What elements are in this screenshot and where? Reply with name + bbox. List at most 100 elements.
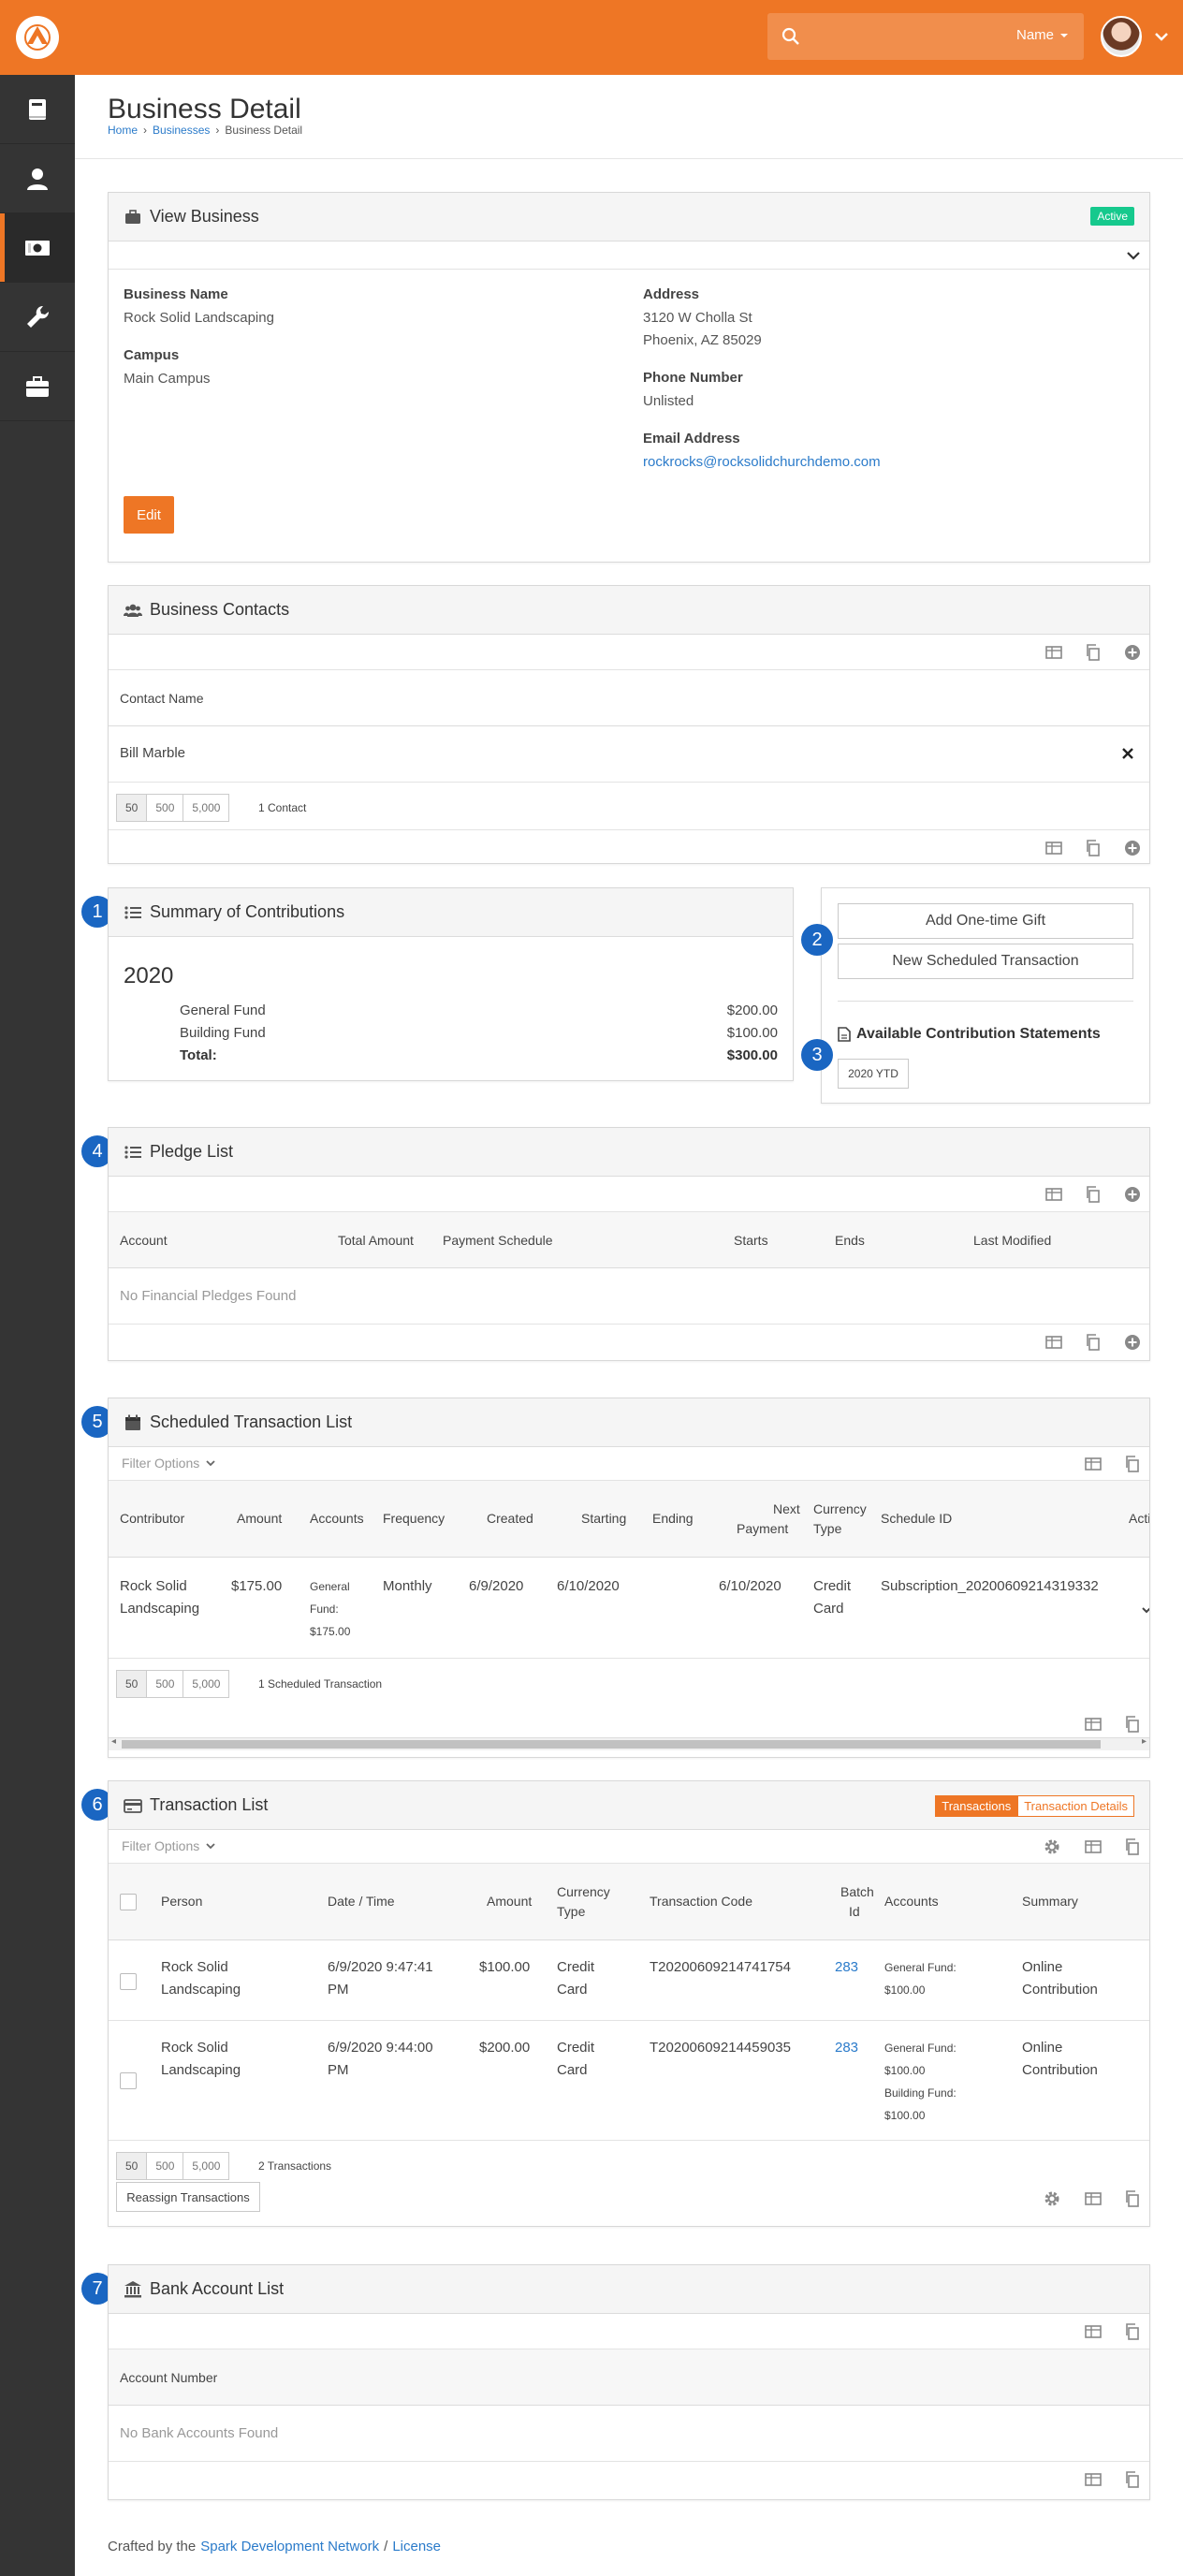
column-header[interactable]: Type xyxy=(557,1904,585,1919)
copy-icon[interactable] xyxy=(1123,1837,1142,1856)
column-header[interactable]: Type xyxy=(813,1521,841,1536)
license-link[interactable]: License xyxy=(392,2539,441,2554)
column-header[interactable]: Contact Name xyxy=(120,691,203,706)
add-icon[interactable] xyxy=(1123,1185,1142,1204)
column-header[interactable]: Created xyxy=(487,1511,533,1526)
row-checkbox[interactable] xyxy=(120,1973,137,1990)
table-row[interactable]: Rock Solid Landscaping $175.00 General F… xyxy=(109,1558,1149,1659)
column-header[interactable]: Transaction Code xyxy=(650,1894,752,1909)
gear-icon[interactable] xyxy=(1043,2189,1061,2208)
copy-icon[interactable] xyxy=(1084,643,1103,662)
copy-icon[interactable] xyxy=(1123,1715,1142,1734)
spark-network-link[interactable]: Spark Development Network xyxy=(200,2539,379,2554)
email-link[interactable]: rockrocks@rocksolidchurchdemo.com xyxy=(643,454,881,470)
column-header[interactable]: Account xyxy=(120,1233,168,1248)
rock-logo-icon[interactable] xyxy=(16,16,59,59)
page-size-500[interactable]: 500 xyxy=(146,1670,184,1698)
column-header[interactable]: Contributor xyxy=(120,1511,184,1526)
table-export-icon[interactable] xyxy=(1084,2322,1103,2341)
page-size-50[interactable]: 50 xyxy=(116,1670,148,1698)
column-header[interactable]: Accounts xyxy=(884,1894,939,1909)
column-header[interactable]: Accounts xyxy=(310,1511,364,1526)
page-size-500[interactable]: 500 xyxy=(146,794,184,822)
toggle-transaction-details[interactable]: Transaction Details xyxy=(1017,1795,1134,1817)
table-export-icon[interactable] xyxy=(1084,2189,1103,2208)
search-scope-dropdown[interactable]: Name xyxy=(1016,27,1069,43)
column-header[interactable]: Ends xyxy=(835,1233,865,1248)
chevron-down-icon[interactable] xyxy=(1125,247,1142,264)
horizontal-scrollbar[interactable]: ◂ ▸ xyxy=(109,1736,1149,1750)
column-header[interactable]: Ending xyxy=(652,1511,694,1526)
scrollbar-thumb[interactable] xyxy=(122,1740,1101,1749)
chevron-down-icon[interactable] xyxy=(1141,1604,1150,1616)
avatar[interactable] xyxy=(1101,16,1142,57)
column-header[interactable]: Person xyxy=(161,1894,202,1909)
filter-options-toggle[interactable]: Filter Options xyxy=(122,1456,216,1471)
table-export-icon[interactable] xyxy=(1044,1333,1063,1352)
search-input[interactable] xyxy=(809,22,1015,51)
batch-id-link[interactable]: 283 xyxy=(835,2040,858,2056)
column-header[interactable]: Total Amount xyxy=(338,1233,414,1248)
filter-options-toggle[interactable]: Filter Options xyxy=(122,1838,216,1853)
copy-icon[interactable] xyxy=(1123,2189,1142,2208)
sidebar-item-admin-tools[interactable] xyxy=(0,283,75,352)
column-header[interactable]: Frequency xyxy=(383,1511,445,1526)
edit-button[interactable]: Edit xyxy=(124,496,174,534)
scroll-right-icon[interactable]: ▸ xyxy=(1142,1736,1146,1747)
column-header[interactable]: Currency xyxy=(813,1501,867,1516)
add-icon[interactable] xyxy=(1123,1333,1142,1352)
statement-2020-ytd-button[interactable]: 2020 YTD xyxy=(838,1059,909,1089)
copy-icon[interactable] xyxy=(1123,1455,1142,1473)
column-header[interactable]: Amount xyxy=(237,1511,282,1526)
column-header[interactable]: Starting xyxy=(581,1511,626,1526)
page-size-5000[interactable]: 5,000 xyxy=(183,794,230,822)
sidebar-item-people[interactable] xyxy=(0,144,75,213)
copy-icon[interactable] xyxy=(1084,1185,1103,1204)
reassign-transactions-button[interactable]: Reassign Transactions xyxy=(116,2182,260,2212)
table-row[interactable]: Bill Marble xyxy=(109,726,1149,783)
column-header[interactable]: Payment xyxy=(737,1521,788,1536)
sidebar-item-business[interactable] xyxy=(0,352,75,421)
column-header[interactable]: Schedule ID xyxy=(881,1511,952,1526)
column-header[interactable]: Currency xyxy=(557,1884,610,1899)
page-size-5000[interactable]: 5,000 xyxy=(183,1670,230,1698)
sidebar-item-finance[interactable] xyxy=(0,213,75,283)
copy-icon[interactable] xyxy=(1084,1333,1103,1352)
breadcrumb-home[interactable]: Home xyxy=(108,124,138,137)
page-size-50[interactable]: 50 xyxy=(116,794,148,822)
column-header[interactable]: Account Number xyxy=(120,2370,217,2385)
new-scheduled-transaction-button[interactable]: New Scheduled Transaction xyxy=(838,944,1133,979)
column-header[interactable]: Summary xyxy=(1022,1894,1078,1909)
add-icon[interactable] xyxy=(1123,643,1142,662)
toggle-transactions[interactable]: Transactions xyxy=(935,1795,1018,1817)
add-one-time-gift-button[interactable]: Add One-time Gift xyxy=(838,903,1133,939)
copy-icon[interactable] xyxy=(1123,2470,1142,2489)
column-header[interactable]: Last Modified xyxy=(973,1233,1051,1248)
table-export-icon[interactable] xyxy=(1084,1455,1103,1473)
page-size-5000[interactable]: 5,000 xyxy=(183,2152,230,2180)
table-export-icon[interactable] xyxy=(1044,1185,1063,1204)
sidebar-item-books[interactable] xyxy=(0,75,75,144)
close-icon[interactable] xyxy=(1121,747,1134,760)
breadcrumb-businesses[interactable]: Businesses xyxy=(153,124,210,137)
column-header[interactable]: Acti xyxy=(1129,1511,1149,1526)
add-icon[interactable] xyxy=(1123,839,1142,857)
table-export-icon[interactable] xyxy=(1044,643,1063,662)
table-export-icon[interactable] xyxy=(1084,2470,1103,2489)
page-size-50[interactable]: 50 xyxy=(116,2152,148,2180)
column-header[interactable]: Next xyxy=(773,1501,800,1516)
gear-icon[interactable] xyxy=(1043,1837,1061,1856)
copy-icon[interactable] xyxy=(1084,839,1103,857)
batch-id-link[interactable]: 283 xyxy=(835,1959,858,1975)
table-row[interactable]: Rock Solid Landscaping 6/9/2020 9:47:41 … xyxy=(109,1940,1149,2021)
column-header[interactable]: Id xyxy=(849,1904,860,1919)
table-export-icon[interactable] xyxy=(1044,839,1063,857)
chevron-down-icon[interactable] xyxy=(1153,28,1170,45)
select-all-checkbox[interactable] xyxy=(120,1894,137,1910)
column-header[interactable]: Batch xyxy=(840,1884,874,1899)
table-row[interactable]: Rock Solid Landscaping 6/9/2020 9:44:00 … xyxy=(109,2021,1149,2141)
page-size-500[interactable]: 500 xyxy=(146,2152,184,2180)
table-export-icon[interactable] xyxy=(1084,1837,1103,1856)
table-export-icon[interactable] xyxy=(1084,1715,1103,1734)
row-checkbox[interactable] xyxy=(120,2072,137,2089)
